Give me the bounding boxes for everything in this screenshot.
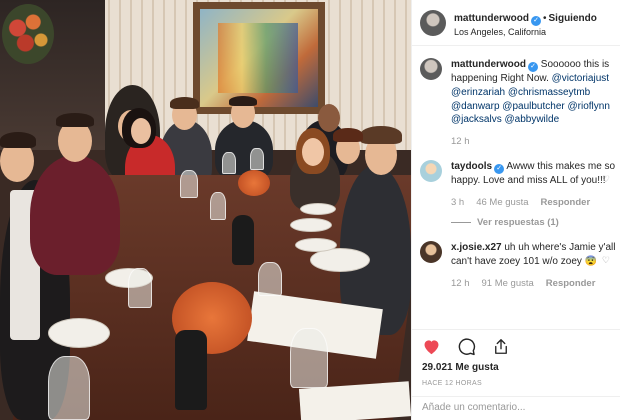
author-username[interactable]: mattunderwood (454, 13, 529, 24)
mention-link[interactable]: @jacksalvs (451, 114, 502, 125)
photo-mirror (193, 2, 325, 114)
commenter-username[interactable]: x.josie.x27 (451, 242, 502, 253)
share-icon[interactable] (492, 337, 510, 356)
caption-avatar[interactable] (420, 58, 442, 80)
comment-item: taydools ✓ Awww this makes me so happy. L… (420, 160, 616, 229)
location-link[interactable]: Los Angeles, California (454, 27, 597, 38)
comment-likes[interactable]: 91 Me gusta (482, 277, 534, 290)
post-actions: 29.021 Me gusta HACE 12 HORAS (412, 329, 620, 387)
photo-flowers (2, 4, 54, 64)
comment-heart-icon[interactable]: ♡ (602, 174, 610, 185)
photo-plate (48, 318, 110, 348)
reply-button[interactable]: Responder (546, 277, 596, 290)
post-timestamp[interactable]: HACE 12 HORAS (422, 380, 611, 387)
add-comment-input[interactable] (422, 402, 611, 413)
mention-link[interactable]: @danwarp (451, 101, 500, 112)
view-replies-button[interactable]: Ver respuestas (1) (451, 216, 616, 229)
mention-link[interactable]: @rioflynn (568, 101, 610, 112)
verified-icon: ✓ (494, 164, 505, 175)
replies-line (451, 222, 471, 224)
mention-link[interactable]: @victoriajust (552, 73, 609, 84)
photo-bottle (175, 330, 207, 410)
photo-bottle (232, 215, 254, 265)
caption-username[interactable]: mattunderwood (451, 59, 526, 70)
post-sidebar: mattunderwood ✓ • Siguiendo Los Angeles, Ca… (411, 0, 620, 420)
comments-list: mattunderwood ✓ Soooooo this is happening… (420, 58, 616, 300)
comment-heart-icon[interactable]: ♡ (602, 255, 610, 266)
mention-link[interactable]: @chrismasseytmb (508, 87, 590, 98)
comment-likes[interactable]: 46 Me gusta (476, 196, 528, 209)
photo-plate (295, 238, 337, 252)
photo-plate (290, 218, 332, 232)
like-count[interactable]: 29.021 Me gusta (422, 362, 611, 373)
mention-link[interactable]: @abbywilde (505, 114, 560, 125)
photo-centerpiece (238, 170, 270, 196)
commenter-avatar[interactable] (420, 160, 442, 183)
verified-icon: ✓ (528, 62, 538, 72)
author-avatar[interactable] (420, 9, 446, 36)
reply-button[interactable]: Responder (541, 196, 591, 209)
caption-time[interactable]: 12 h (451, 135, 470, 148)
comment-time[interactable]: 12 h (451, 277, 470, 290)
comment-item: x.josie.x27 uh uh where's Jamie y'all ca… (420, 241, 616, 290)
post-photo[interactable] (0, 0, 411, 420)
photo-person (30, 155, 120, 275)
photo-plate (300, 203, 336, 215)
caption-comment: mattunderwood ✓ Soooooo this is happening… (420, 58, 616, 148)
view-replies-label: Ver respuestas (1) (477, 217, 559, 229)
commenter-username[interactable]: taydools (451, 161, 492, 172)
verified-icon: ✓ (531, 15, 541, 26)
comment-time[interactable]: 3 h (451, 196, 464, 209)
comment-icon[interactable] (457, 337, 476, 356)
mention-link[interactable]: @erinzariah (451, 87, 505, 98)
commenter-avatar[interactable] (420, 241, 442, 264)
mention-link[interactable]: @paulbutcher (502, 101, 564, 112)
following-button[interactable]: Siguiendo (549, 13, 597, 24)
heart-icon[interactable] (422, 338, 441, 355)
add-comment-bar (412, 396, 620, 420)
post-header: mattunderwood ✓ • Siguiendo Los Angeles, Ca… (412, 0, 620, 46)
separator-dot: • (543, 12, 547, 24)
